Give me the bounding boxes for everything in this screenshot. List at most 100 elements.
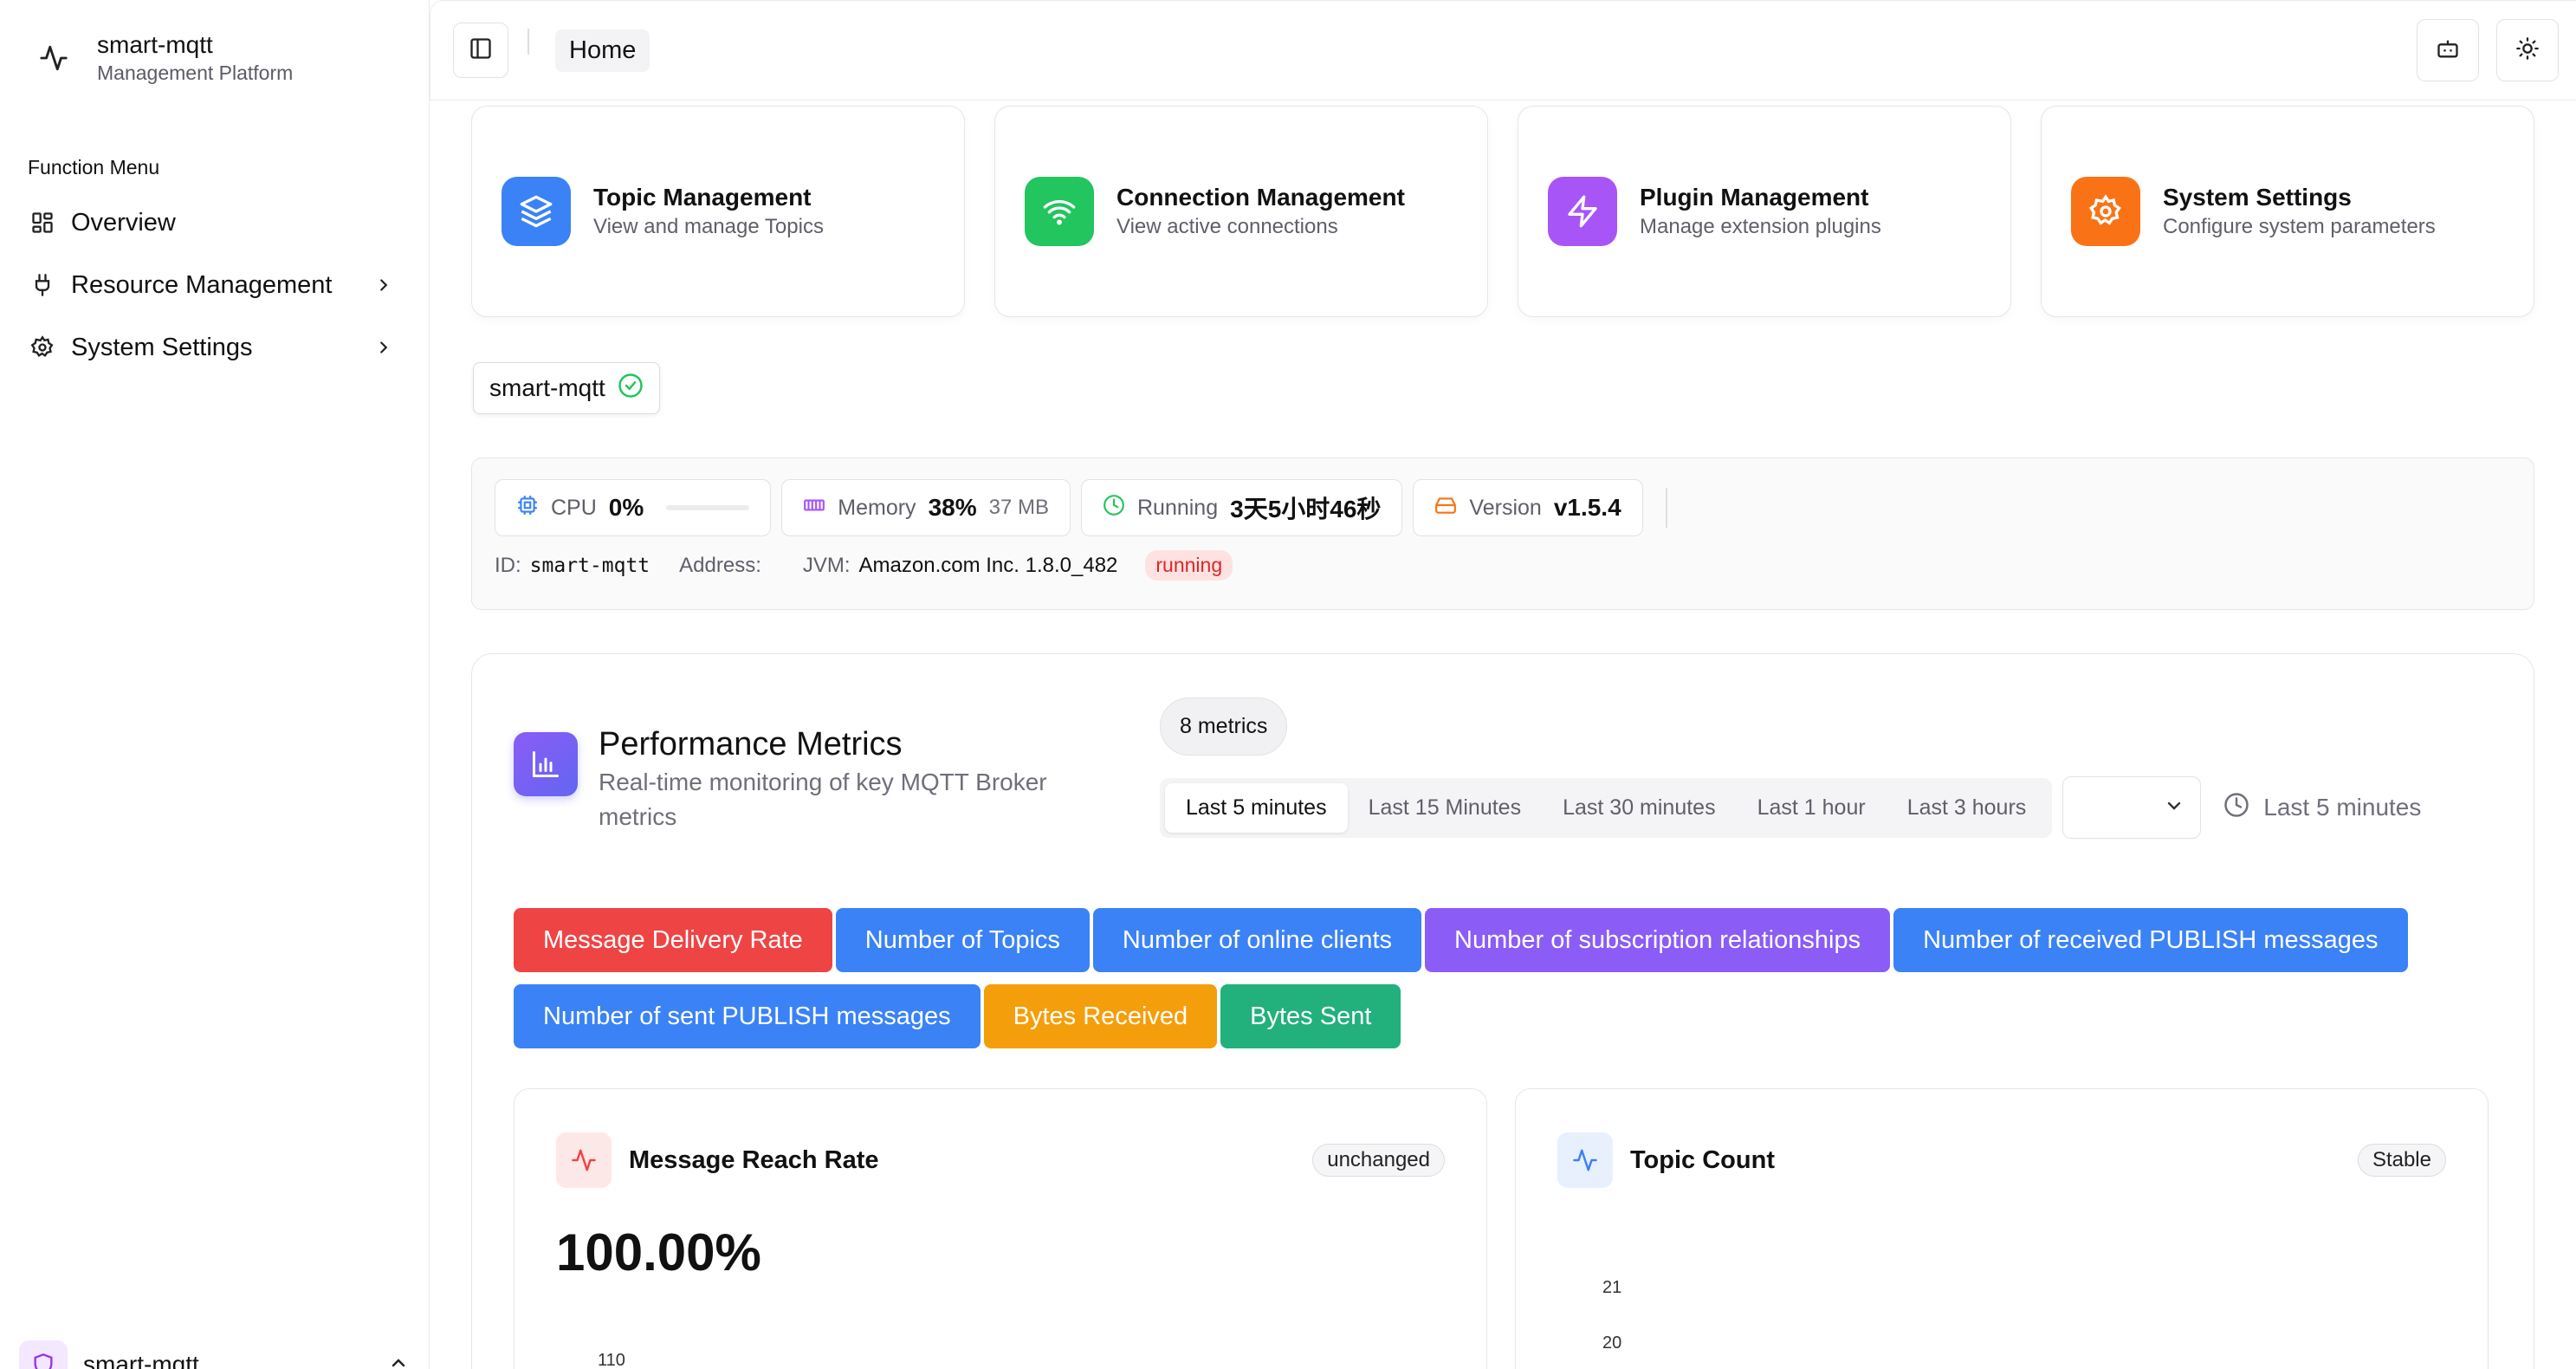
sun-icon: [2515, 36, 2540, 65]
quick-card-title: Connection Management: [1116, 184, 1405, 211]
metric-tag-sent-publish[interactable]: Number of sent PUBLISH messages: [514, 984, 981, 1048]
quick-card-plugin-management[interactable]: Plugin Management Manage extension plugi…: [1518, 106, 2011, 317]
metric-tag-topics[interactable]: Number of Topics: [835, 908, 1090, 972]
metric-tag-subscriptions[interactable]: Number of subscription relationships: [1425, 908, 1891, 972]
metric-count-badge: 8 metrics: [1160, 697, 1288, 756]
chart-card-topic-count: Topic Count Stable 21 20: [1515, 1088, 2489, 1369]
chart-current-value: 100.00%: [556, 1223, 761, 1281]
chart-grid: Message Reach Rate unchanged 100.00% 110…: [514, 1088, 2492, 1369]
perf-title: Performance Metrics: [599, 726, 903, 762]
chevron-right-icon: [373, 275, 394, 295]
brand[interactable]: smart-mqtt Management Platform: [0, 0, 429, 87]
metric-tag-delivery-rate[interactable]: Message Delivery Rate: [514, 908, 832, 972]
memory-used: 37 MB: [988, 496, 1049, 519]
sidebar-item-overview[interactable]: Overview: [0, 191, 429, 254]
quick-card-subtitle: View and manage Topics: [593, 215, 824, 238]
quick-card-topic-management[interactable]: Topic Management View and manage Topics: [471, 106, 965, 317]
cpu-value: 0%: [608, 494, 644, 521]
sidebar-item-label: Overview: [71, 208, 176, 237]
divider: [527, 29, 529, 55]
quick-card-title: Plugin Management: [1640, 184, 1869, 211]
sidebar-toggle-icon: [469, 36, 493, 65]
brand-subtitle: Management Platform: [97, 62, 294, 84]
bot-icon: [2436, 36, 2460, 65]
chart-title: Topic Count: [1630, 1145, 1775, 1174]
range-last-30-minutes[interactable]: Last 30 minutes: [1542, 783, 1737, 833]
id-value: smart-mqtt: [529, 554, 650, 577]
jvm-value: Amazon.com Inc. 1.8.0_482: [858, 553, 1118, 577]
assistant-button[interactable]: [2417, 19, 2479, 81]
version-label: Version: [1469, 495, 1542, 520]
y-tick-label: 20: [1602, 1333, 1622, 1353]
metric-tag-bytes-received[interactable]: Bytes Received: [983, 984, 1218, 1048]
menu-title: Function Menu: [28, 156, 160, 178]
y-tick-label: 110: [598, 1351, 625, 1369]
memory-stat: Memory 38% 37 MB: [781, 479, 1071, 536]
chevron-right-icon: [373, 337, 394, 358]
range-last-15-minutes[interactable]: Last 15 Minutes: [1348, 783, 1543, 833]
gear-icon: [29, 334, 55, 360]
quick-card-title: Topic Management: [593, 184, 812, 211]
metric-tags: Message Delivery Rate Number of Topics N…: [514, 908, 2523, 1048]
quick-card-subtitle: Manage extension plugins: [1640, 215, 1881, 238]
chevron-up-icon: [388, 1353, 409, 1369]
cpu-icon: [516, 494, 539, 522]
cpu-stat: CPU 0%: [495, 479, 772, 536]
dashboard-icon: [29, 210, 55, 236]
content: Topic Management View and manage Topics …: [430, 102, 2576, 1369]
chart-title: Message Reach Rate: [629, 1145, 879, 1174]
time-range-tabs: Last 5 minutes Last 15 Minutes Last 30 m…: [1160, 777, 2053, 838]
memory-label: Memory: [838, 495, 916, 520]
activity-icon: [35, 39, 73, 77]
breadcrumb[interactable]: Home: [555, 29, 650, 72]
trend-badge: Stable: [2357, 1144, 2446, 1177]
divider: [1665, 488, 1667, 528]
id-label: ID:: [495, 553, 521, 577]
activity-icon: [1557, 1132, 1613, 1188]
sidebar-toggle-button[interactable]: [453, 23, 508, 78]
activity-icon: [556, 1132, 612, 1188]
quick-card-subtitle: View active connections: [1116, 215, 1338, 238]
node-name: smart-mqtt: [489, 374, 605, 401]
trend-badge: unchanged: [1312, 1144, 1445, 1177]
status-badge: running: [1145, 550, 1233, 581]
range-last-1-hour[interactable]: Last 1 hour: [1737, 783, 1887, 833]
chart-card-message-reach-rate: Message Reach Rate unchanged 100.00% 110: [514, 1088, 1487, 1369]
range-last-3-hours[interactable]: Last 3 hours: [1887, 783, 2048, 833]
sidebar-item-label: Resource Management: [71, 270, 333, 299]
cpu-progress: [666, 505, 750, 510]
memory-icon: [803, 494, 825, 522]
address-label: Address:: [679, 553, 761, 577]
main: Home Topic Management View and manage To…: [430, 0, 2576, 1369]
current-range-label: Last 5 minutes: [2263, 794, 2422, 821]
clock-icon: [2223, 792, 2249, 824]
bar-chart-icon: [514, 732, 578, 796]
theme-toggle-button[interactable]: [2496, 19, 2559, 81]
cpu-label: CPU: [551, 495, 597, 520]
memory-value: 38%: [928, 494, 977, 521]
user-switcher[interactable]: smart-mqtt: [19, 1334, 409, 1369]
y-tick-label: 21: [1602, 1278, 1622, 1297]
sidebar-item-resource-management[interactable]: Resource Management: [0, 254, 429, 316]
jvm-label: JVM:: [802, 553, 851, 577]
quick-links: Topic Management View and manage Topics …: [471, 106, 2534, 317]
quick-card-system-settings[interactable]: System Settings Configure system paramet…: [2041, 106, 2534, 317]
clock-icon: [1103, 494, 1125, 522]
quick-card-subtitle: Configure system parameters: [2163, 215, 2436, 238]
sidebar-item-label: System Settings: [71, 333, 253, 361]
wifi-icon: [1025, 177, 1094, 246]
uptime-stat: Running 3天5小时46秒: [1080, 479, 1403, 536]
current-range: Last 5 minutes: [2223, 792, 2421, 824]
metric-tag-received-publish[interactable]: Number of received PUBLISH messages: [1893, 908, 2408, 972]
perf-description: Real-time monitoring of key MQTT Broker …: [599, 769, 1047, 830]
custom-range-select[interactable]: [2062, 776, 2202, 839]
quick-card-connection-management[interactable]: Connection Management View active connec…: [994, 106, 1488, 317]
node-selector[interactable]: smart-mqtt: [473, 362, 660, 414]
sidebar-item-system-settings[interactable]: System Settings: [0, 316, 429, 379]
uptime-label: Running: [1136, 495, 1219, 520]
metric-tag-online-clients[interactable]: Number of online clients: [1092, 908, 1422, 972]
metric-tag-bytes-sent[interactable]: Bytes Sent: [1220, 984, 1401, 1048]
gear-icon: [2071, 177, 2140, 246]
plug-icon: [29, 272, 55, 298]
range-last-5-minutes[interactable]: Last 5 minutes: [1165, 782, 1348, 833]
